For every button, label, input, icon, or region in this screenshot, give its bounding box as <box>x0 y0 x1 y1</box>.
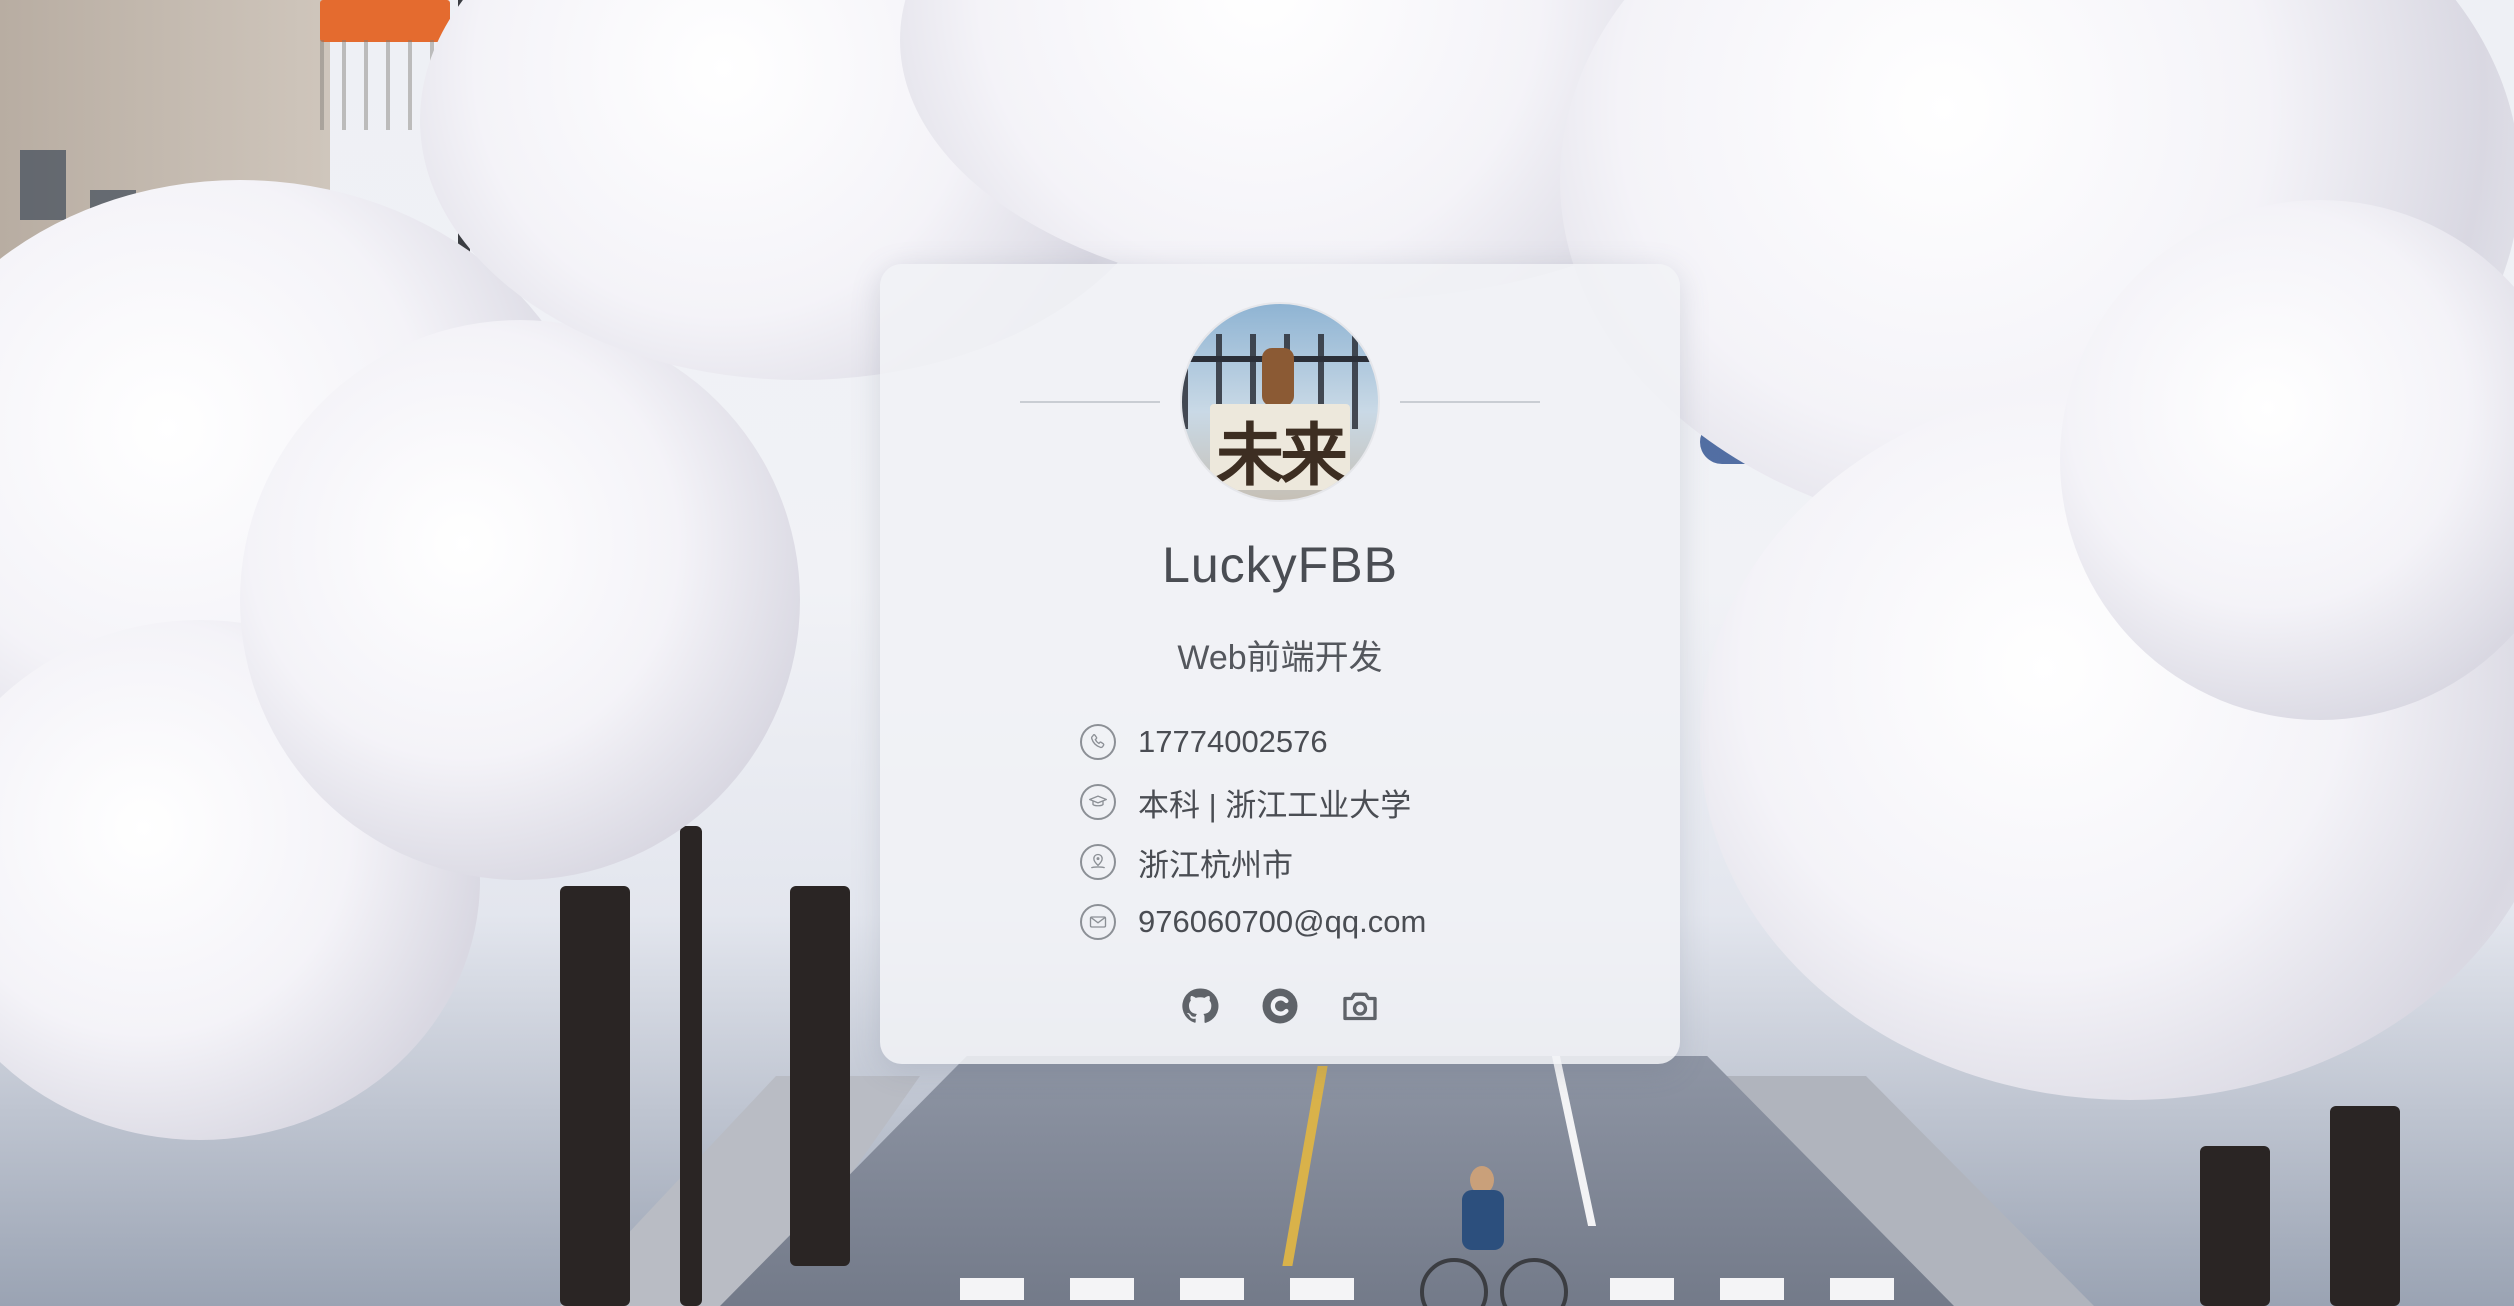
github-link[interactable] <box>1178 984 1222 1028</box>
avatar: 未来 <box>1180 302 1380 502</box>
cherry-blossom <box>240 320 800 880</box>
background-sign <box>320 0 450 42</box>
cyclist <box>1420 1156 1568 1306</box>
location-icon <box>1080 844 1116 880</box>
social-links <box>880 984 1680 1028</box>
avatar-glyph: 未来 <box>1215 416 1348 496</box>
tree-trunk <box>560 886 630 1306</box>
phone-icon <box>1080 724 1116 760</box>
email-text: 976060700@qq.com <box>1138 904 1427 939</box>
tree-trunk <box>790 886 850 1266</box>
profile-name: LuckyFBB <box>1162 537 1398 593</box>
avatar-row: 未来 <box>880 302 1680 502</box>
camera-icon <box>1343 992 1377 1021</box>
info-row-education: 本科 | 浙江工业大学 <box>1080 772 1640 832</box>
tree-trunk <box>2330 1106 2400 1306</box>
mail-icon <box>1080 904 1116 940</box>
info-row-location: 浙江杭州市 <box>1080 832 1640 892</box>
divider-right <box>1400 401 1540 403</box>
divider-left <box>1020 401 1160 403</box>
graduation-cap-icon <box>1080 784 1116 820</box>
tree-trunk <box>2200 1146 2270 1306</box>
info-row-phone: 17774002576 <box>1080 712 1640 772</box>
profile-card: 未来 LuckyFBB Web前端开发 17774002576 本科 | 浙江工… <box>880 264 1680 1064</box>
profile-role: Web前端开发 <box>1177 639 1383 677</box>
phone-text: 17774002576 <box>1138 724 1328 759</box>
camera-link[interactable] <box>1338 984 1382 1028</box>
info-list: 17774002576 本科 | 浙江工业大学 浙江杭州市 976060700@… <box>1080 712 1640 952</box>
education-text: 本科 | 浙江工业大学 <box>1138 787 1412 823</box>
circle-c-link[interactable] <box>1258 984 1302 1028</box>
utility-pole-lower <box>680 826 702 1306</box>
info-row-email: 976060700@qq.com <box>1080 892 1640 952</box>
circle-c-icon <box>1262 988 1298 1024</box>
location-text: 浙江杭州市 <box>1138 847 1293 883</box>
github-icon <box>1182 988 1219 1023</box>
